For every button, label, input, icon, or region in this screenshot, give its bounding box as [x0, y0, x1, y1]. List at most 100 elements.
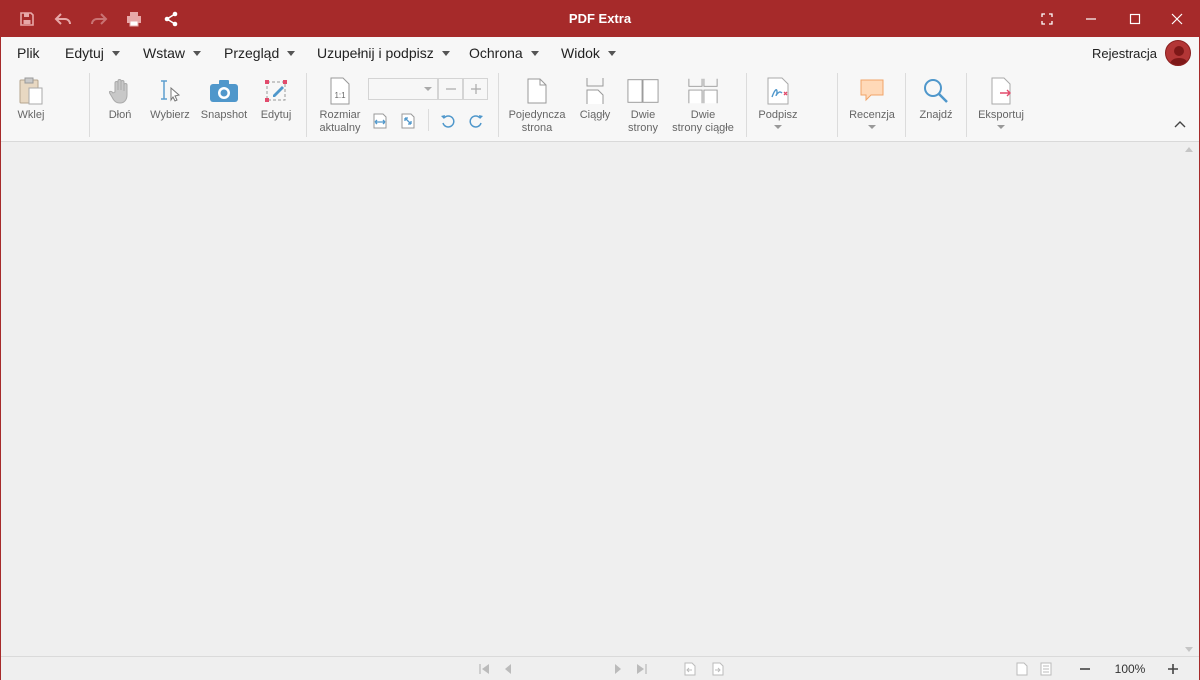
toolbar-separator	[89, 73, 90, 137]
close-icon[interactable]	[1155, 1, 1199, 37]
minus-icon	[445, 88, 456, 90]
sign-button[interactable]: Podpisz	[755, 75, 801, 129]
find-button[interactable]: Znajdź	[915, 75, 957, 122]
single-page-icon	[521, 75, 553, 107]
maximize-icon[interactable]	[1113, 1, 1157, 37]
actual-size-button[interactable]: 1:1 Rozmiar aktualny	[315, 75, 365, 135]
text-cursor-icon	[154, 75, 186, 107]
continuous-button[interactable]: Ciągły	[577, 75, 613, 122]
actual-size-icon-text: 1:1	[334, 91, 346, 100]
zoom-out-button[interactable]	[438, 78, 463, 100]
select-tool-button[interactable]: Wybierz	[147, 75, 193, 122]
ribbon-toolbar: Wklej Dłoń Wybierz Snapshot Edytuj 1:1 R…	[1, 69, 1199, 195]
comment-icon	[856, 75, 888, 107]
menu-label: Widok	[561, 45, 600, 61]
clipboard-icon	[15, 75, 47, 107]
minimize-icon[interactable]	[1069, 1, 1113, 37]
next-page-icon[interactable]	[609, 660, 627, 678]
two-pages-continuous-icon	[687, 75, 719, 107]
two-pages-cont-label-1: Dwie	[690, 109, 716, 121]
menu-wstaw[interactable]: Wstaw	[143, 45, 201, 61]
fit-width-icon[interactable]	[369, 110, 391, 132]
menu-label: Wstaw	[143, 45, 185, 61]
edit-label: Edytuj	[260, 109, 292, 121]
select-label: Wybierz	[150, 109, 190, 121]
sign-label: Podpisz	[758, 109, 798, 121]
continuous-icon	[579, 75, 611, 107]
chevron-down-icon	[441, 50, 450, 56]
menu-widok[interactable]: Widok	[561, 45, 616, 61]
continuous-label: Ciągły	[579, 109, 611, 121]
chevron-down-icon	[868, 125, 876, 129]
rotate-left-icon[interactable]	[437, 110, 459, 132]
zoom-in-button[interactable]	[463, 78, 488, 100]
two-pages-continuous-button[interactable]: Dwie strony ciągłe	[671, 75, 735, 135]
fit-page-icon[interactable]	[397, 110, 419, 132]
hand-label: Dłoń	[108, 109, 132, 121]
register-link[interactable]: Rejestracja	[1092, 46, 1157, 61]
menu-label: Uzupełnij i podpisz	[317, 45, 434, 61]
paste-button[interactable]: Wklej	[13, 75, 49, 122]
zoom-in-icon[interactable]	[1164, 660, 1182, 678]
continuous-view-icon[interactable]	[1037, 660, 1055, 678]
previous-view-icon[interactable]	[681, 660, 699, 678]
menu-ochrona[interactable]: Ochrona	[469, 45, 539, 61]
rotate-right-icon[interactable]	[465, 110, 487, 132]
menu-bar: Plik Edytuj Wstaw Przegląd Uzupełnij i p…	[1, 37, 1199, 69]
zoom-level: 100%	[1114, 662, 1146, 676]
chevron-down-icon	[774, 125, 782, 129]
chevron-down-icon	[997, 125, 1005, 129]
menu-edytuj[interactable]: Edytuj	[65, 45, 120, 61]
find-label: Znajdź	[919, 109, 953, 121]
two-pages-label-2: strony	[628, 122, 658, 134]
single-page-label-2: strona	[521, 122, 553, 134]
chevron-down-icon	[424, 87, 432, 91]
title-bar: PDF Extra	[1, 1, 1199, 37]
app-window: PDF Extra Plik Edytuj Wstaw Przegląd Uzu…	[0, 0, 1200, 680]
snapshot-button[interactable]: Snapshot	[199, 75, 249, 122]
next-view-icon[interactable]	[709, 660, 727, 678]
toolbar-separator	[428, 109, 429, 131]
share-icon[interactable]	[159, 7, 183, 31]
signature-icon	[762, 75, 794, 107]
previous-page-icon[interactable]	[499, 660, 517, 678]
export-button[interactable]: Eksportuj	[975, 75, 1027, 129]
menu-plik[interactable]: Plik	[17, 45, 40, 61]
print-icon[interactable]	[122, 7, 146, 31]
two-pages-cont-label-2: strony ciągłe	[672, 122, 734, 134]
snapshot-label: Snapshot	[200, 109, 248, 121]
document-area[interactable]	[1, 143, 1199, 656]
menu-label: Przegląd	[224, 45, 280, 61]
two-pages-label-1: Dwie	[630, 109, 656, 121]
menu-label: Edytuj	[65, 45, 104, 61]
edit-button[interactable]: Edytuj	[257, 75, 295, 122]
chevron-down-icon	[530, 50, 539, 56]
review-label: Recenzja	[849, 109, 895, 121]
first-page-icon[interactable]	[475, 660, 493, 678]
fullscreen-icon[interactable]	[1025, 1, 1069, 37]
toolbar-separator	[837, 73, 838, 137]
two-pages-button[interactable]: Dwie strony	[623, 75, 663, 135]
zoom-out-icon[interactable]	[1076, 660, 1094, 678]
menu-uzupelnij-i-podpisz[interactable]: Uzupełnij i podpisz	[317, 45, 450, 61]
menu-przeglad[interactable]: Przegląd	[224, 45, 296, 61]
export-icon	[985, 75, 1017, 107]
collapse-ribbon-icon[interactable]	[1173, 117, 1189, 133]
last-page-icon[interactable]	[633, 660, 651, 678]
single-page-view-icon[interactable]	[1013, 660, 1031, 678]
two-pages-icon	[627, 75, 659, 107]
toolbar-separator	[966, 73, 967, 137]
avatar[interactable]	[1165, 40, 1191, 66]
save-icon[interactable]	[15, 7, 39, 31]
review-button[interactable]: Recenzja	[847, 75, 897, 129]
scroll-up-icon[interactable]	[1185, 147, 1193, 152]
zoom-select[interactable]	[368, 78, 438, 100]
single-page-button[interactable]: Pojedyncza strona	[507, 75, 567, 135]
undo-icon[interactable]	[51, 7, 75, 31]
redo-icon[interactable]	[87, 7, 111, 31]
plus-icon	[470, 84, 481, 94]
scroll-down-icon[interactable]	[1185, 647, 1193, 652]
hand-icon	[104, 75, 136, 107]
toolbar-separator	[498, 73, 499, 137]
hand-tool-button[interactable]: Dłoń	[101, 75, 139, 122]
